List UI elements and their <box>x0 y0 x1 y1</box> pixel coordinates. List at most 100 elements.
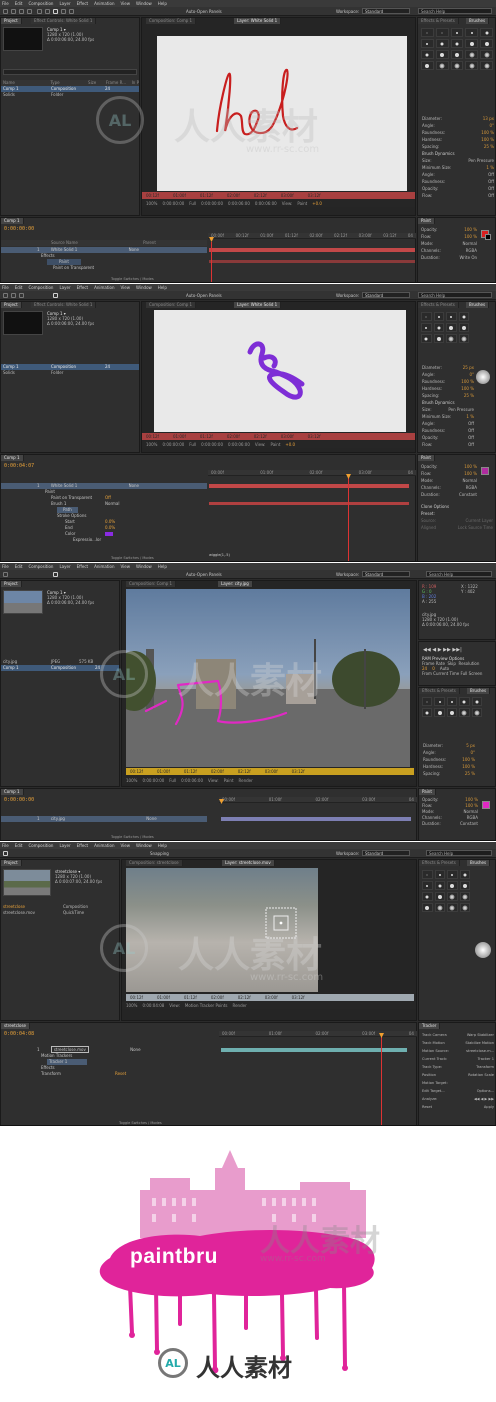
tab-composition[interactable]: Composition: streetclose <box>126 860 183 866</box>
menu-edit[interactable]: Edit <box>15 1 23 6</box>
layer-viewer[interactable] <box>126 868 318 992</box>
menu-effect[interactable]: Effect <box>77 1 89 6</box>
resolution[interactable]: Full <box>189 201 196 206</box>
brush-tip[interactable] <box>435 39 449 48</box>
brush-tip[interactable] <box>421 28 434 37</box>
brush-tool-icon[interactable] <box>53 572 58 577</box>
project-item-folder[interactable]: Solids Folder <box>1 92 139 98</box>
preview-controls[interactable]: ◀◀ ◀ ▶ ▶▶ ▶▶| <box>423 647 462 653</box>
tab-comp[interactable]: streetclose <box>1 1023 31 1029</box>
layer-duration-bar[interactable] <box>221 817 411 821</box>
tab-project[interactable]: Project <box>1 860 22 866</box>
tab-composition[interactable]: Composition: Comp 1 <box>146 18 197 24</box>
brush-tip[interactable] <box>421 61 434 70</box>
tab-layer[interactable]: Layer: White Solid 1 <box>234 302 282 308</box>
in-time[interactable]: 0:00:00:00 <box>201 201 223 206</box>
layer-viewer[interactable]: hel <box>157 36 407 191</box>
brush-tip[interactable] <box>435 61 449 70</box>
view-select[interactable]: Paint <box>297 201 307 206</box>
menu-animation[interactable]: Animation <box>94 285 114 290</box>
expression-text[interactable]: wiggle(1,.5) <box>209 553 230 558</box>
auto-open-panels[interactable]: Auto-Open Panels <box>186 572 222 577</box>
tab-paint[interactable]: Paint <box>419 789 436 795</box>
pen-tool-icon[interactable] <box>37 9 42 14</box>
menu-animation[interactable]: Animation <box>94 1 114 6</box>
zoom-tool-icon[interactable] <box>19 293 24 298</box>
search-help-input[interactable]: Search Help <box>426 571 492 577</box>
current-timecode[interactable]: 0:00:00:00 <box>4 226 34 232</box>
menu-composition[interactable]: Composition <box>28 285 53 290</box>
workspace-select[interactable]: Standard <box>362 8 410 14</box>
brush-setting[interactable]: Roundness: Off <box>422 178 494 185</box>
tab-effect-controls[interactable]: Effect Controls: White Solid 1 <box>31 18 97 24</box>
rotate-tool-icon[interactable] <box>27 9 32 14</box>
brush-tip[interactable] <box>435 50 449 59</box>
tracker-setting[interactable]: Current Track: Tracker 1 <box>422 1055 494 1063</box>
search-help-input[interactable]: Search Help <box>418 8 492 14</box>
paint-setting[interactable]: Mode: Normal <box>421 240 477 247</box>
selection-tool-icon[interactable] <box>3 851 8 856</box>
brush-tip[interactable] <box>480 50 493 59</box>
layer-viewer[interactable] <box>154 310 406 432</box>
brush-setting[interactable]: Roundness: 100 % <box>422 129 494 136</box>
brush-setting[interactable]: Hardness: 100 % <box>422 136 494 143</box>
menu-help[interactable]: Help <box>158 1 167 6</box>
foreground-color-swatch[interactable] <box>482 801 490 809</box>
brush-setting[interactable]: Size: Pen Pressure <box>422 157 494 164</box>
snapping-toggle[interactable]: Snapping <box>150 851 169 856</box>
layer-timeline-strip[interactable]: 00:12f 01:00f 01:12f 02:00f 02:12f 03:00f 03:1… <box>142 433 415 440</box>
project-item-footage[interactable]: streetclose.mov QuickTime <box>1 910 119 916</box>
layer-row[interactable]: 1 streetclose.mov None <box>1 1046 207 1053</box>
tab-tracker[interactable]: Tracker <box>419 1023 441 1029</box>
layer-prop-row[interactable]: Expressio...lor <box>73 537 101 543</box>
brush-setting[interactable]: Diameter: 13 px <box>422 115 494 122</box>
tab-brushes[interactable]: Brushes <box>466 302 490 308</box>
brush-setting[interactable]: Opacity: Off <box>422 185 494 192</box>
tab-project[interactable]: Project <box>1 302 22 308</box>
layer-viewer[interactable] <box>126 589 410 767</box>
menu-window[interactable]: Window <box>136 285 152 290</box>
layer-timeline-strip[interactable]: 00:12f 01:00f 01:12f 02:00f 02:12f 03:00f 03:1… <box>126 768 414 775</box>
selection-tool-icon[interactable] <box>3 293 8 298</box>
tab-effects-presets[interactable]: Effects & Presets <box>419 860 460 866</box>
clone-tool-icon[interactable] <box>61 9 66 14</box>
menu-effect[interactable]: Effect <box>77 285 89 290</box>
menu-layer[interactable]: Layer <box>59 285 70 290</box>
reset-link[interactable]: Reset <box>115 1071 126 1077</box>
hand-tool-icon[interactable] <box>11 9 16 14</box>
color-swatch[interactable] <box>105 532 113 536</box>
tab-paint[interactable]: Paint <box>418 218 435 224</box>
brush-tip[interactable] <box>465 39 479 48</box>
tab-brushes[interactable]: Brushes <box>467 688 491 694</box>
menu-window[interactable]: Window <box>136 1 152 6</box>
tab-comp[interactable]: Comp 1 <box>1 789 24 795</box>
track-point[interactable] <box>126 868 318 992</box>
tab-composition[interactable]: Composition: Comp 1 <box>146 302 197 308</box>
tab-brushes[interactable]: Brushes <box>466 18 490 24</box>
timeline-ruler[interactable]: 00:00f 01:00f 02:00f 03:00f 04 <box>219 1031 417 1037</box>
auto-open-panels[interactable]: Auto-Open Panels <box>186 9 222 14</box>
toggle-switches-modes[interactable]: Toggle Switches / Modes <box>111 277 154 282</box>
tracker-setting[interactable]: Track Type: Transform <box>422 1063 494 1071</box>
layer-duration-bar[interactable] <box>209 502 409 505</box>
brush-setting[interactable]: Angle: 0° <box>422 122 494 129</box>
brush-setting[interactable]: Angle: Off <box>422 171 494 178</box>
project-item-comp[interactable]: Comp 1 Composition 24 <box>1 665 119 671</box>
timeline-ruler[interactable]: 00:00f 01:00f 02:00f 03:00f 04 <box>208 470 416 476</box>
paint-setting[interactable]: Duration: Write On <box>421 254 477 261</box>
brush-setting[interactable]: Flow: Off <box>422 192 494 199</box>
layer-duration-bar[interactable] <box>209 484 409 488</box>
workspace-select[interactable]: Standard <box>362 571 410 577</box>
foreground-color-swatch[interactable] <box>481 467 489 475</box>
prop-value[interactable]: 0.0% <box>105 525 115 531</box>
tracker-setting[interactable]: Track Camera Warp Stabilizer <box>422 1031 494 1039</box>
layer-row[interactable]: 1 White Solid 1 None <box>1 483 207 489</box>
tab-effects-presets[interactable]: Effects & Presets <box>418 18 459 24</box>
brush-tool-icon[interactable] <box>53 293 58 298</box>
selection-tool-icon[interactable] <box>3 572 8 577</box>
tab-composition[interactable]: Composition: Comp 1 <box>126 581 177 587</box>
exposure[interactable]: +0.0 <box>312 201 322 206</box>
tab-brushes[interactable]: Brushes <box>467 860 491 866</box>
workspace-select[interactable]: Standard <box>362 292 410 298</box>
toggle-switches-modes[interactable]: Toggle Switches / Modes <box>111 556 154 561</box>
